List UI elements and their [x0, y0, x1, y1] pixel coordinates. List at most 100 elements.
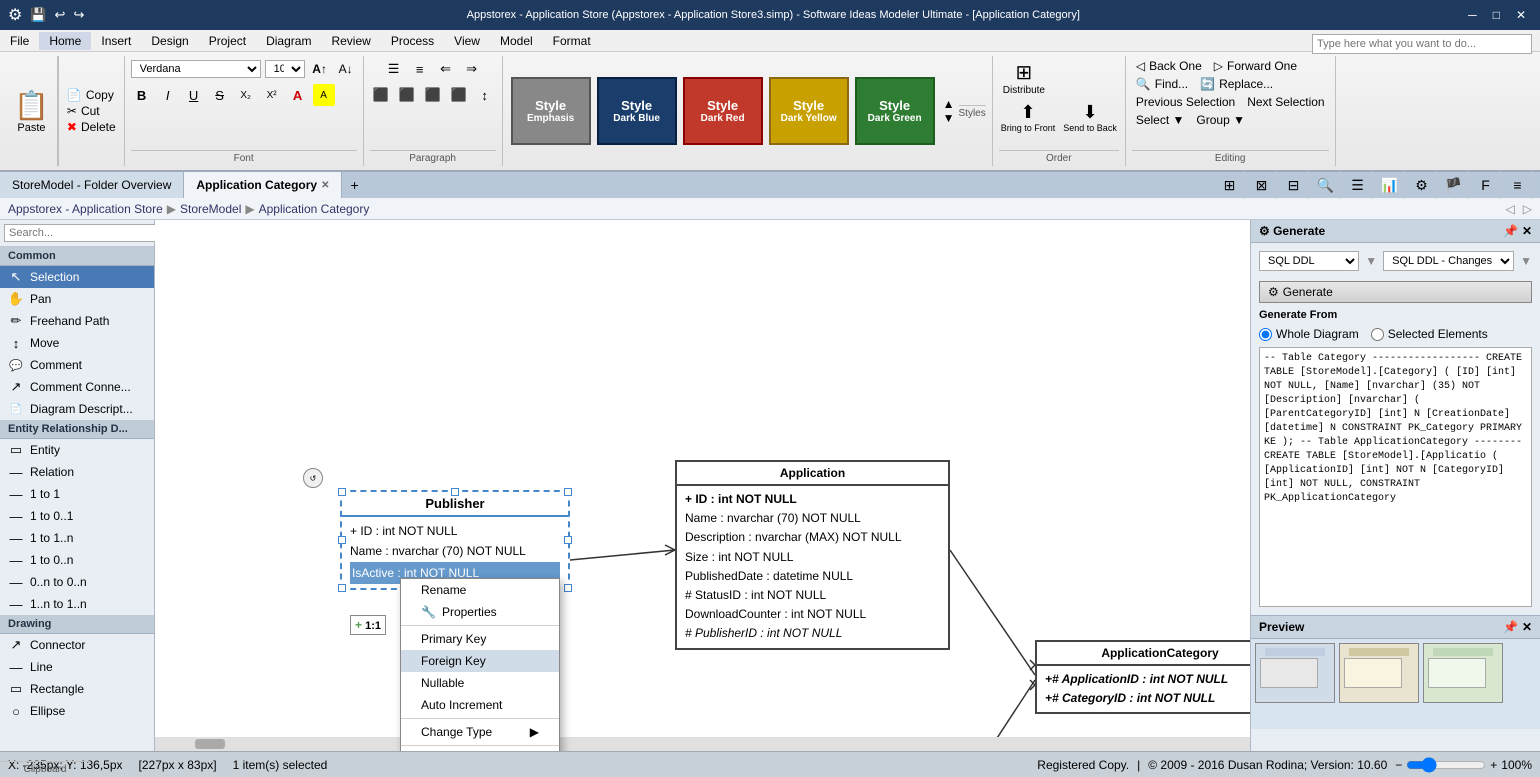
send-to-back-btn[interactable]: ⬇ Send to Back	[1061, 100, 1119, 135]
menu-insert[interactable]: Insert	[91, 32, 141, 50]
zoom-out-btn[interactable]: −	[1395, 758, 1402, 772]
tab-app-category-close[interactable]: ✕	[321, 180, 329, 191]
delete-button[interactable]: ✖ Delete	[63, 119, 120, 135]
zoom-slider[interactable]	[1406, 757, 1486, 773]
toolbar-flag-btn[interactable]: 🏴	[1440, 171, 1468, 199]
align-left-btn[interactable]: ⬛	[370, 84, 392, 106]
ddl-changes-select[interactable]: SQL DDL - Changes	[1383, 251, 1514, 271]
entity-application[interactable]: Application + ID : int NOT NULL Name : n…	[675, 460, 950, 650]
preview-thumb-2[interactable]	[1339, 643, 1419, 703]
generate-button[interactable]: ⚙ Generate	[1259, 281, 1532, 303]
panel-item-relation[interactable]: — Relation	[0, 461, 154, 483]
style-darkyellow-btn[interactable]: Style Dark Yellow	[769, 77, 849, 145]
toolbar-chart-btn[interactable]: 📊	[1376, 171, 1404, 199]
ctx-primary-key[interactable]: Primary Key	[401, 628, 559, 650]
quick-access-redo[interactable]: ↪	[73, 7, 84, 23]
handle-mr[interactable]	[564, 536, 572, 544]
canvas-scrollbar[interactable]	[155, 737, 1250, 751]
panel-item-0nto0n[interactable]: — 0..n to 0..n	[0, 571, 154, 593]
menu-home[interactable]: Home	[39, 32, 91, 50]
menu-design[interactable]: Design	[141, 32, 198, 50]
tab-app-category[interactable]: Application Category ✕	[184, 172, 342, 198]
maximize-btn[interactable]: □	[1487, 6, 1506, 24]
line-spacing-btn[interactable]: ↕	[474, 84, 496, 106]
decrease-font-btn[interactable]: A↓	[335, 58, 357, 80]
preview-thumb-3[interactable]	[1423, 643, 1503, 703]
zoom-in-btn[interactable]: +	[1490, 758, 1497, 772]
panel-item-connector[interactable]: ↗ Connector	[0, 634, 154, 656]
breadcrumb-nav-left[interactable]: ◁	[1506, 202, 1515, 216]
italic-btn[interactable]: I	[157, 84, 179, 106]
menu-review[interactable]: Review	[321, 32, 380, 50]
menu-process[interactable]: Process	[381, 32, 444, 50]
preview-thumb-1[interactable]	[1255, 643, 1335, 703]
entity-publisher[interactable]: Publisher + ID : int NOT NULL Name : nva…	[340, 490, 570, 590]
prev-selection-btn[interactable]: Previous Selection	[1132, 94, 1239, 110]
minimize-btn[interactable]: ─	[1462, 6, 1483, 24]
quick-access-save[interactable]: 💾	[30, 7, 46, 23]
font-family-select[interactable]: Verdana	[131, 60, 261, 78]
toolbar-layers-btn[interactable]: ≡	[1504, 171, 1532, 199]
breadcrumb-part-1[interactable]: StoreModel	[180, 202, 241, 216]
radio-selected-label[interactable]: Selected Elements	[1371, 327, 1488, 341]
panel-item-entity[interactable]: ▭ Entity	[0, 439, 154, 461]
ctx-nullable[interactable]: Nullable	[401, 672, 559, 694]
font-color-btn[interactable]: A	[287, 84, 309, 106]
panel-search-input[interactable]	[4, 224, 156, 242]
panel-item-selection[interactable]: ↖ Selection	[0, 266, 154, 288]
ddl-type-select[interactable]: SQL DDL	[1259, 251, 1359, 271]
ctx-properties[interactable]: 🔧 Properties	[401, 601, 559, 623]
font-size-select[interactable]: 10	[265, 60, 305, 78]
menu-view[interactable]: View	[444, 32, 490, 50]
breadcrumb-nav-right[interactable]: ▷	[1523, 202, 1532, 216]
underline-btn[interactable]: U	[183, 84, 205, 106]
copy-button[interactable]: 📄 Copy	[63, 87, 120, 103]
menu-format[interactable]: Format	[543, 32, 601, 50]
help-search[interactable]	[1312, 34, 1532, 54]
canvas-area[interactable]: ↺ Publisher + ID : int NOT NULL Name : n…	[155, 220, 1250, 751]
forward-one-btn[interactable]: ▷ Forward One	[1210, 58, 1301, 74]
panel-item-1to0n[interactable]: — 1 to 0..n	[0, 549, 154, 571]
decrease-indent-btn[interactable]: ⇐	[435, 58, 457, 80]
cut-button[interactable]: ✂ Cut	[63, 103, 120, 119]
tab-store-model[interactable]: StoreModel - Folder Overview	[0, 172, 184, 198]
ctx-auto-increment[interactable]: Auto Increment	[401, 694, 559, 716]
increase-font-btn[interactable]: A↑	[309, 58, 331, 80]
close-btn[interactable]: ✕	[1510, 6, 1532, 24]
quick-access-undo[interactable]: ↩	[55, 7, 66, 23]
bold-btn[interactable]: B	[131, 84, 153, 106]
handle-tr[interactable]	[564, 488, 572, 496]
panel-item-pan[interactable]: ✋ Pan	[0, 288, 154, 310]
ctx-foreign-key[interactable]: Foreign Key	[401, 650, 559, 672]
next-selection-btn[interactable]: Next Selection	[1243, 94, 1328, 110]
menu-file[interactable]: File	[0, 32, 39, 50]
align-right-btn[interactable]: ⬛	[422, 84, 444, 106]
panel-item-rectangle[interactable]: ▭ Rectangle	[0, 678, 154, 700]
handle-tm[interactable]	[451, 488, 459, 496]
align-center-btn[interactable]: ⬛	[396, 84, 418, 106]
back-one-btn[interactable]: ◁ Back One	[1132, 58, 1206, 74]
sql-output[interactable]: -- Table Category ------------------ CRE…	[1259, 347, 1532, 607]
select-btn[interactable]: Select ▼	[1132, 112, 1189, 128]
handle-bl[interactable]	[338, 584, 346, 592]
panel-item-1to01[interactable]: — 1 to 0..1	[0, 505, 154, 527]
bullets-btn[interactable]: ☰	[383, 58, 405, 80]
panel-item-move[interactable]: ↕ Move	[0, 332, 154, 354]
scroll-thumb[interactable]	[195, 739, 225, 749]
menu-model[interactable]: Model	[490, 32, 543, 50]
toolbar-settings-btn[interactable]: ⚙	[1408, 171, 1436, 199]
panel-item-ellipse[interactable]: ○ Ellipse	[0, 700, 154, 722]
radio-whole-label[interactable]: Whole Diagram	[1259, 327, 1359, 341]
group-btn[interactable]: Group ▼	[1192, 112, 1249, 128]
panel-item-1nto1n[interactable]: — 1..n to 1..n	[0, 593, 154, 615]
toolbar-zoom-fit-btn[interactable]: ⊟	[1280, 171, 1308, 199]
radio-whole[interactable]	[1259, 328, 1272, 341]
ctx-move-up[interactable]: ⬆ Move Up	[401, 748, 559, 751]
align-justify-btn[interactable]: ⬛	[448, 84, 470, 106]
preview-pin[interactable]: 📌	[1503, 620, 1518, 634]
strikethrough-btn[interactable]: S	[209, 84, 231, 106]
ctx-change-type[interactable]: Change Type ▶	[401, 721, 559, 743]
style-darkblue-btn[interactable]: Style Dark Blue	[597, 77, 677, 145]
breadcrumb-part-0[interactable]: Appstorex - Application Store	[8, 202, 163, 216]
panel-item-1to1[interactable]: — 1 to 1	[0, 483, 154, 505]
